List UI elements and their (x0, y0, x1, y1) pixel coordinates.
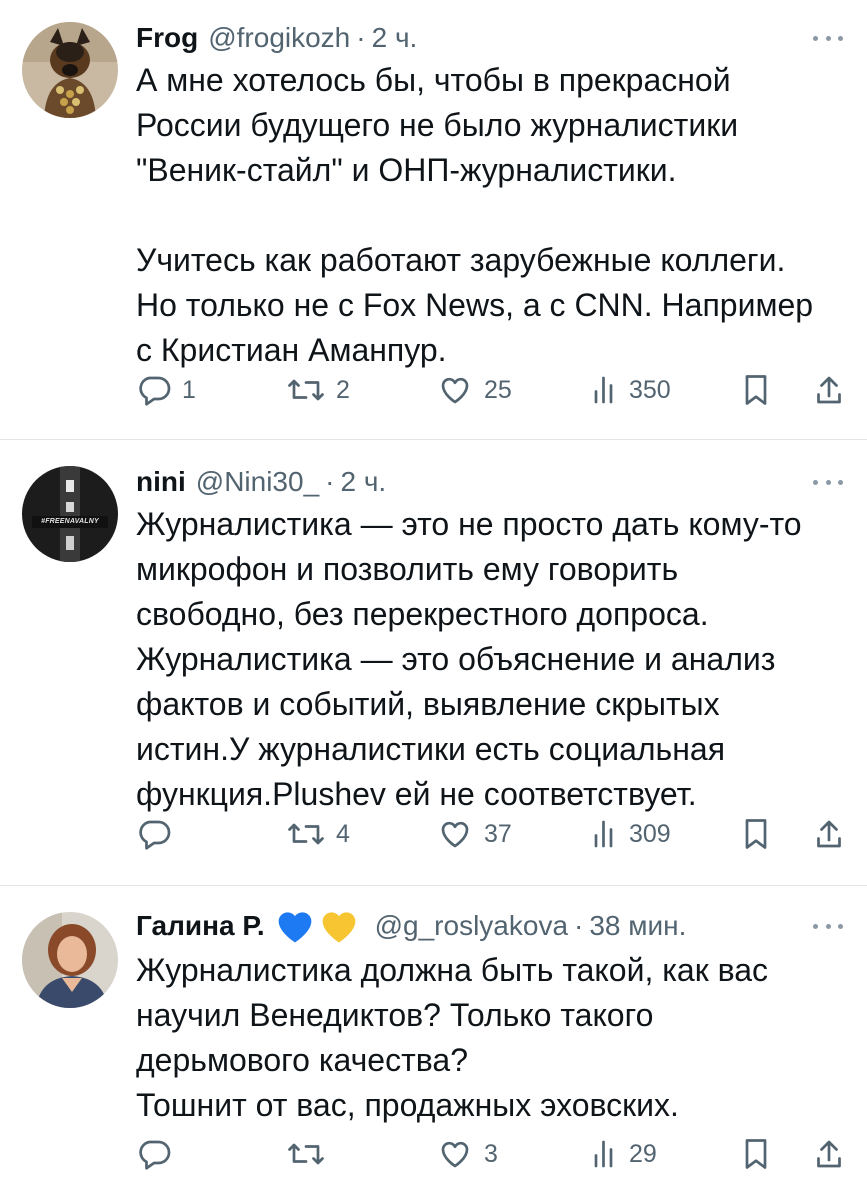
tweet-header: nini @Nini30_ · 2 ч. (136, 462, 843, 502)
display-name[interactable]: Галина Р. (136, 906, 265, 946)
tweet[interactable]: Frog @frogikozh · 2 ч. А мне хотелось бы… (0, 0, 867, 440)
retweet-button[interactable] (286, 1134, 336, 1174)
bookmark-button[interactable] (741, 1134, 771, 1174)
like-icon (441, 377, 469, 404)
reply-button[interactable] (136, 814, 182, 854)
more-icon[interactable] (813, 918, 843, 934)
retweet-button[interactable]: 4 (286, 814, 350, 854)
tweet-text: Журналистика — это не просто дать кому-т… (136, 506, 802, 812)
reply-button[interactable]: 1 (136, 370, 196, 410)
views-count: 350 (629, 375, 671, 404)
share-icon (817, 820, 841, 848)
like-count: 3 (484, 1139, 498, 1168)
bookmark-button[interactable] (741, 814, 771, 854)
views-icon (594, 376, 613, 404)
emoji-hearts (275, 908, 363, 944)
tweet[interactable]: #FREENAVALNY nini @Nini30_ · 2 ч. Журнал… (0, 440, 867, 886)
share-button[interactable] (814, 1134, 844, 1174)
retweet-icon (288, 823, 324, 845)
retweet-count: 4 (336, 819, 350, 848)
share-icon (817, 1140, 841, 1168)
bookmark-icon (745, 1139, 767, 1169)
timestamp[interactable]: 2 ч. (340, 462, 386, 502)
tweet-text: Журналистика должна быть такой, как вас … (136, 952, 769, 1123)
share-button[interactable] (814, 370, 844, 410)
views-button[interactable]: 29 (591, 1134, 657, 1174)
avatar[interactable] (22, 22, 118, 118)
user-handle[interactable]: @frogikozh (208, 18, 350, 58)
views-button[interactable]: 350 (591, 370, 671, 410)
like-button[interactable]: 37 (436, 814, 512, 854)
action-bar: 1 2 25 350 (136, 370, 847, 410)
retweet-icon (288, 379, 324, 401)
timestamp[interactable]: 2 ч. (372, 18, 418, 58)
display-name[interactable]: Frog (136, 18, 198, 58)
bookmark-icon (745, 375, 767, 405)
bookmark-button[interactable] (741, 370, 771, 410)
share-icon (817, 376, 841, 404)
views-icon (594, 820, 613, 848)
separator: · (574, 910, 584, 941)
like-count: 37 (484, 819, 512, 848)
more-icon[interactable] (813, 30, 843, 46)
display-name[interactable]: nini (136, 462, 186, 502)
action-bar: 4 37 309 (136, 814, 847, 854)
reply-icon (139, 820, 171, 850)
views-count: 309 (629, 819, 671, 848)
separator: · (325, 466, 335, 497)
action-bar: 3 29 (136, 1134, 847, 1174)
like-button[interactable]: 25 (436, 370, 512, 410)
avatar[interactable]: #FREENAVALNY (22, 466, 118, 562)
reply-icon (139, 376, 171, 406)
more-icon[interactable] (813, 474, 843, 490)
avatar-dog-image (22, 22, 118, 118)
views-button[interactable]: 309 (591, 814, 671, 854)
reply-icon (139, 1140, 171, 1170)
reply-button[interactable] (136, 1134, 182, 1174)
views-count: 29 (629, 1139, 657, 1168)
avatar[interactable] (22, 912, 118, 1008)
like-icon (441, 1141, 469, 1168)
avatar-woman-image (22, 912, 118, 1008)
retweet-count: 2 (336, 375, 350, 404)
tweet[interactable]: Галина Р. @g_roslyakova · 38 мин. Журнал… (0, 886, 867, 1199)
like-count: 25 (484, 375, 512, 404)
yellow-heart-icon (322, 912, 355, 943)
tweet-header: Frog @frogikozh · 2 ч. (136, 18, 843, 58)
blue-heart-icon (278, 912, 311, 943)
separator: · (356, 22, 366, 53)
views-icon (594, 1140, 613, 1168)
retweet-icon (288, 1143, 324, 1165)
retweet-button[interactable]: 2 (286, 370, 350, 410)
share-button[interactable] (814, 814, 844, 854)
like-button[interactable]: 3 (436, 1134, 498, 1174)
timestamp[interactable]: 38 мин. (589, 906, 686, 946)
user-handle[interactable]: @g_roslyakova (375, 906, 568, 946)
like-icon (441, 821, 469, 848)
avatar-label: #FREENAVALNY (41, 518, 99, 525)
user-handle[interactable]: @Nini30_ (196, 462, 319, 502)
reply-count: 1 (182, 375, 196, 404)
bookmark-icon (745, 819, 767, 849)
tweet-text: А мне хотелось бы, чтобы в прекрасной Ро… (136, 62, 814, 368)
avatar-freenavalny-image (22, 466, 118, 562)
tweet-header: Галина Р. @g_roslyakova · 38 мин. (136, 906, 843, 946)
reply-feed: Frog @frogikozh · 2 ч. А мне хотелось бы… (0, 0, 867, 1199)
